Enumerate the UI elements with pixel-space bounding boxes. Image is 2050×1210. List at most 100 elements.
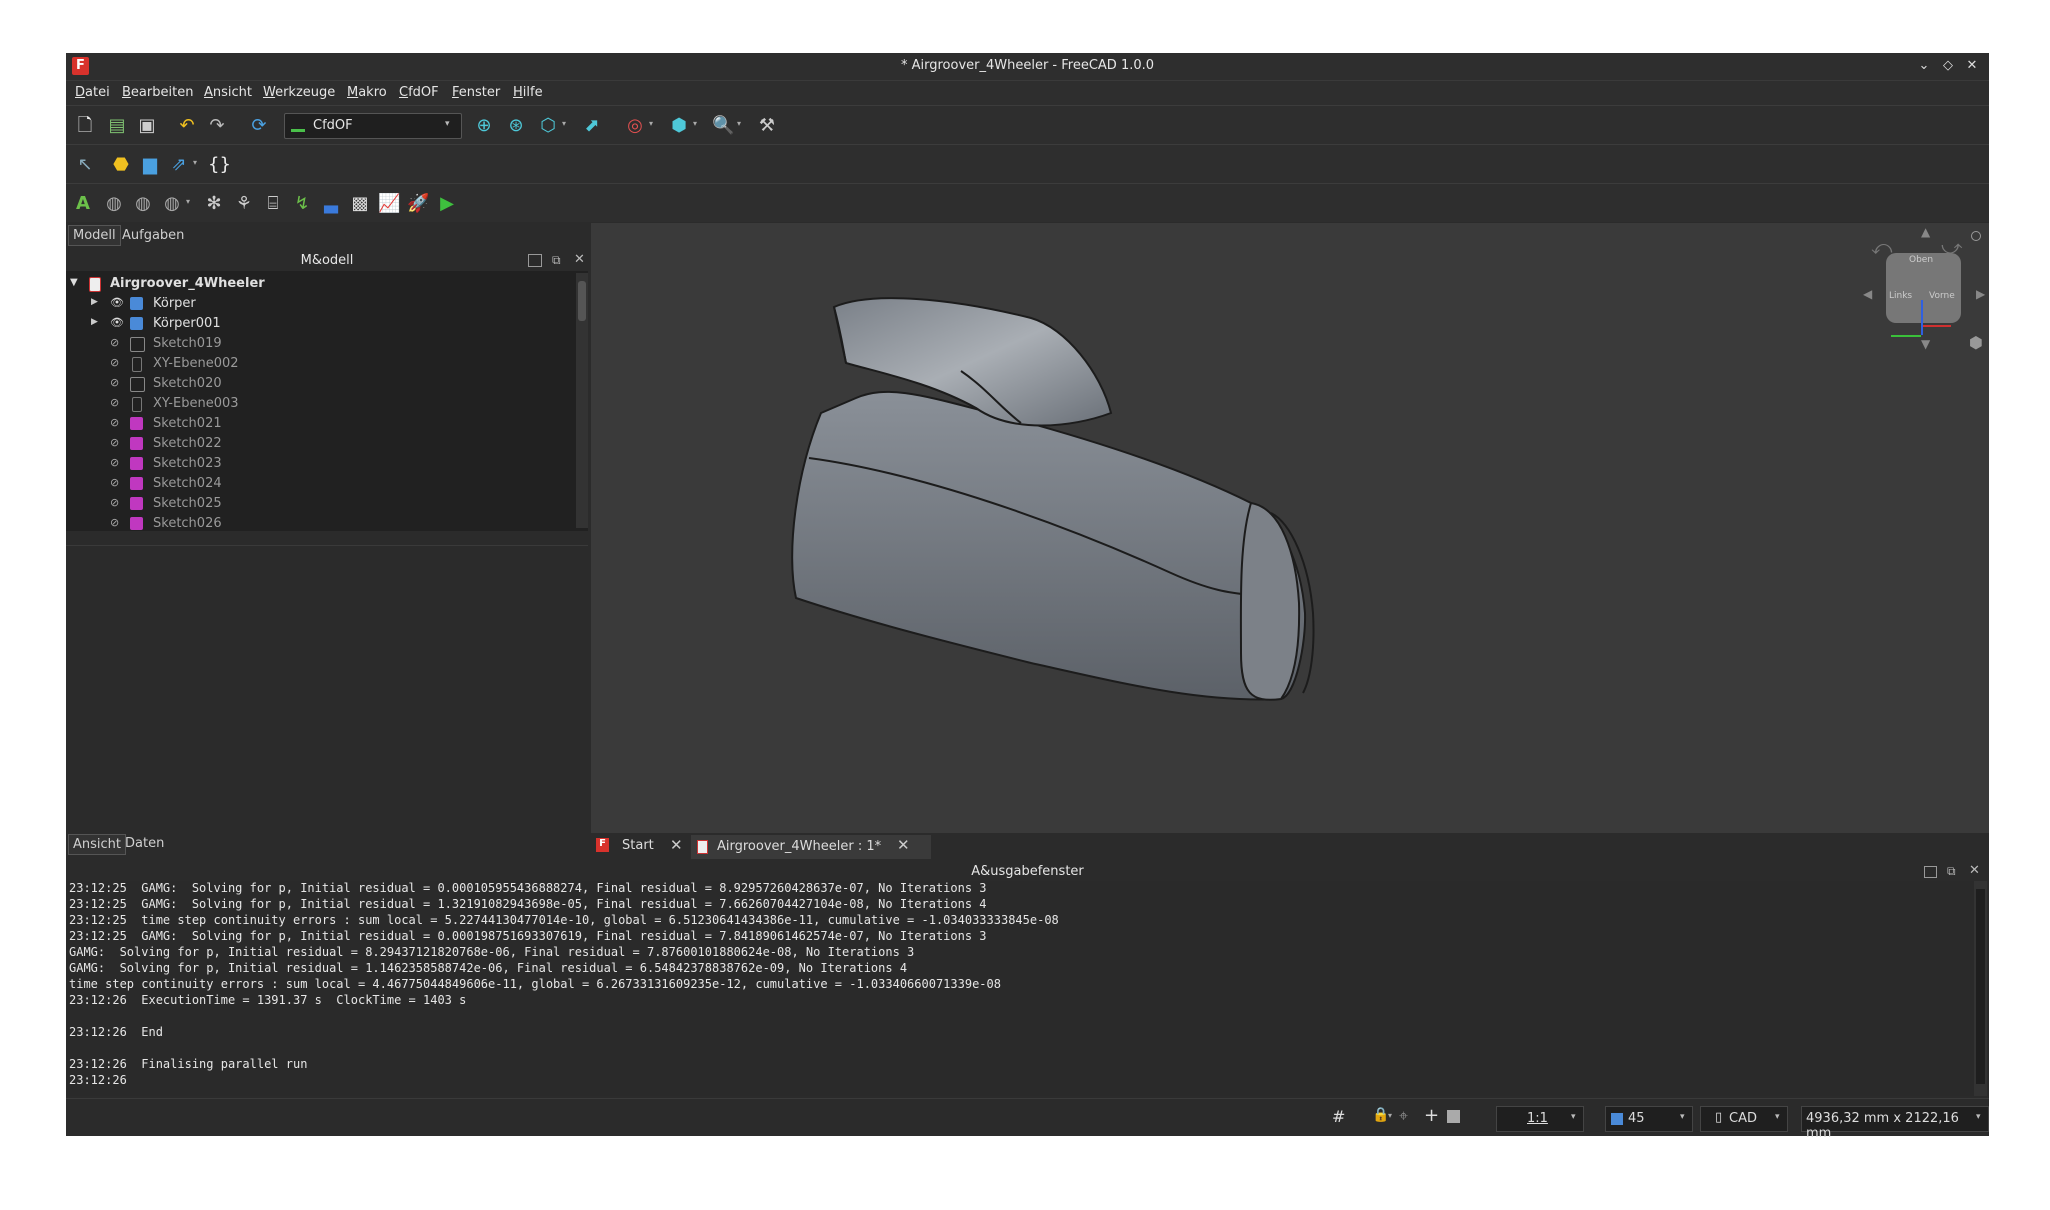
fit-selection-icon[interactable]: ⊛ — [505, 115, 527, 137]
tab-start[interactable]: F Start ✕ — [596, 835, 691, 859]
run-icon[interactable]: ▶ — [436, 193, 458, 215]
fit-all-icon[interactable]: ⊕ — [473, 115, 495, 137]
hidden-eye-icon[interactable]: ⊘ — [110, 516, 124, 530]
fluid-material-icon[interactable]: ◍ — [132, 193, 154, 215]
menu-datei[interactable]: Datei — [75, 85, 110, 100]
menu-makro[interactable]: Makro — [347, 85, 387, 100]
panel-close-icon[interactable]: ✕ — [574, 252, 585, 267]
hidden-eye-icon[interactable]: ⊘ — [110, 416, 124, 430]
visibility-eye-icon[interactable]: 👁 — [110, 296, 124, 310]
expand-arrow-icon[interactable]: ▶ — [91, 317, 98, 327]
save-icon[interactable]: ▣ — [136, 115, 158, 137]
tree-item[interactable]: ⊘ Sketch025 — [66, 494, 576, 514]
redo-icon[interactable]: ↷ — [206, 115, 228, 137]
python-console-icon[interactable]: {} — [208, 154, 231, 176]
refresh-icon[interactable]: ⟳ — [248, 115, 270, 137]
menu-hilfe[interactable]: Hilfe — [513, 85, 543, 100]
tree-item[interactable]: ⊘ XY-Ebene002 — [66, 354, 576, 374]
dynamic-mesh-icon[interactable]: ⌸ — [262, 193, 284, 215]
tree-root[interactable]: ▼ Airgroover_4Wheeler — [66, 274, 576, 294]
close-icon[interactable]: ✕ — [1963, 57, 1981, 75]
chevron-down-icon[interactable]: ▾ — [562, 119, 570, 128]
panel-float-icon[interactable] — [1924, 866, 1937, 878]
whats-this-icon[interactable]: ↖ — [74, 154, 96, 176]
hidden-eye-icon[interactable]: ⊘ — [110, 356, 124, 370]
chevron-down-icon[interactable]: ▾ — [193, 158, 201, 167]
chevron-down-icon[interactable]: ▾ — [649, 119, 657, 128]
mesh-region-icon[interactable]: ▃ — [320, 193, 342, 215]
maximize-icon[interactable]: ◇ — [1939, 57, 1957, 75]
chevron-down-icon[interactable]: ▾ — [1388, 1111, 1392, 1120]
tab-modell[interactable]: Modell — [68, 225, 121, 246]
mesh-refinement-icon[interactable]: ▩ — [349, 193, 371, 215]
porous-zone-icon[interactable]: ⚘ — [233, 193, 255, 215]
tab-document[interactable]: Airgroover_4Wheeler : 1* ✕ — [691, 835, 931, 859]
tree-item[interactable]: ⊘ Sketch022 — [66, 434, 576, 454]
initialise-icon[interactable]: ✻ — [203, 193, 225, 215]
panel-float-icon[interactable] — [528, 254, 542, 267]
record-macro-icon[interactable]: ⬣ — [110, 154, 132, 176]
navigation-cube[interactable]: ⤺ ▲ ⤻ ◀ ▶ Oben Links Vorne ▼ ⬢ — [1861, 225, 1986, 360]
hidden-eye-icon[interactable]: ⊘ — [110, 476, 124, 490]
nav-left-arrow-icon[interactable]: ◀ — [1863, 287, 1872, 301]
isometric-view-icon[interactable]: ⬢ — [668, 115, 690, 137]
hidden-eye-icon[interactable]: ⊘ — [110, 396, 124, 410]
undo-icon[interactable]: ↶ — [176, 115, 198, 137]
bounding-box-icon[interactable]: ⬈ — [581, 115, 603, 137]
tab-aufgaben[interactable]: Aufgaben — [118, 226, 188, 245]
square-icon[interactable] — [1447, 1110, 1460, 1123]
stereo-icon[interactable]: ◎ — [624, 115, 646, 137]
new-document-icon[interactable]: 🗋 — [74, 115, 96, 137]
minimize-icon[interactable]: ⌄ — [1915, 57, 1933, 75]
menu-bearbeiten[interactable]: Bearbeiten — [122, 85, 193, 100]
open-document-icon[interactable]: ▤ — [106, 115, 128, 137]
expand-arrow-icon[interactable]: ▶ — [91, 297, 98, 307]
view-menu-cube-icon[interactable]: ⬢ — [1969, 333, 1983, 352]
snap-icon[interactable]: ⌖ — [1399, 1106, 1408, 1126]
tree-scrollbar-thumb[interactable] — [578, 281, 586, 321]
chevron-down-icon[interactable]: ▾ — [186, 197, 194, 206]
value-select[interactable]: 45 ▾ — [1605, 1106, 1693, 1132]
physics-model-icon[interactable]: ◍ — [103, 193, 125, 215]
workbench-select[interactable]: CfdOF ▾ — [284, 113, 462, 139]
dimensions-select[interactable]: 4936,32 mm x 2122,16 mm ▾ — [1801, 1106, 1989, 1141]
visibility-eye-icon[interactable]: 👁 — [110, 316, 124, 330]
add-icon[interactable]: + — [1424, 1105, 1439, 1126]
solver-icon[interactable]: 🚀 — [407, 193, 429, 215]
panel-close-icon[interactable]: ✕ — [1969, 863, 1980, 878]
nav-right-arrow-icon[interactable]: ▶ — [1976, 287, 1985, 301]
panel-undock-icon[interactable]: ⧉ — [1947, 864, 1956, 879]
navigation-style-select[interactable]: ▯ CAD ▾ — [1700, 1106, 1788, 1132]
tab-daten[interactable]: Daten — [121, 834, 168, 853]
scale-select[interactable]: 1:1 ▾ — [1496, 1106, 1584, 1132]
nav-up-arrow-icon[interactable]: ▲ — [1921, 225, 1930, 239]
lock-icon[interactable]: 🔒 — [1372, 1107, 1389, 1123]
measure-icon[interactable]: 🔍 — [712, 115, 734, 137]
menu-ansicht[interactable]: Ansicht — [204, 85, 252, 100]
tree-item[interactable]: ⊘ XY-Ebene003 — [66, 394, 576, 414]
draw-style-icon[interactable]: ⬡ — [537, 115, 559, 137]
tree-item[interactable]: ▶ 👁 Körper — [66, 294, 576, 314]
report-view[interactable]: 23:12:25 GAMG: Solving for p, Initial re… — [66, 881, 1974, 1096]
expand-arrow-icon[interactable]: ▼ — [70, 277, 78, 288]
menu-fenster[interactable]: Fenster — [452, 85, 500, 100]
tree-item[interactable]: ⊘ Sketch024 — [66, 474, 576, 494]
chevron-down-icon[interactable]: ▾ — [737, 119, 745, 128]
analysis-icon[interactable]: A — [72, 193, 94, 215]
tab-close-icon[interactable]: ✕ — [897, 836, 910, 854]
reporting-functions-icon[interactable]: 📈 — [378, 193, 400, 215]
nav-menu-icon[interactable] — [1971, 231, 1981, 241]
tab-close-icon[interactable]: ✕ — [670, 836, 683, 854]
hidden-eye-icon[interactable]: ⊘ — [110, 336, 124, 350]
output-scrollbar-thumb[interactable] — [1976, 889, 1985, 1084]
cube-face-front[interactable]: Vorne — [1929, 291, 1955, 301]
menu-werkzeuge[interactable]: Werkzeuge — [263, 85, 335, 100]
tools-icon[interactable]: ⚒ — [756, 115, 778, 137]
3d-view[interactable]: ⤺ ▲ ⤻ ◀ ▶ Oben Links Vorne ▼ ⬢ — [591, 223, 1989, 833]
tree-item[interactable]: ⊘ Sketch019 — [66, 334, 576, 354]
hidden-eye-icon[interactable]: ⊘ — [110, 376, 124, 390]
execute-macro-icon[interactable]: ⇗ — [168, 154, 190, 176]
tree-item[interactable]: ▶ 👁 Körper001 — [66, 314, 576, 334]
panel-undock-icon[interactable]: ⧉ — [552, 253, 561, 268]
tree-item[interactable]: ⊘ Sketch021 — [66, 414, 576, 434]
